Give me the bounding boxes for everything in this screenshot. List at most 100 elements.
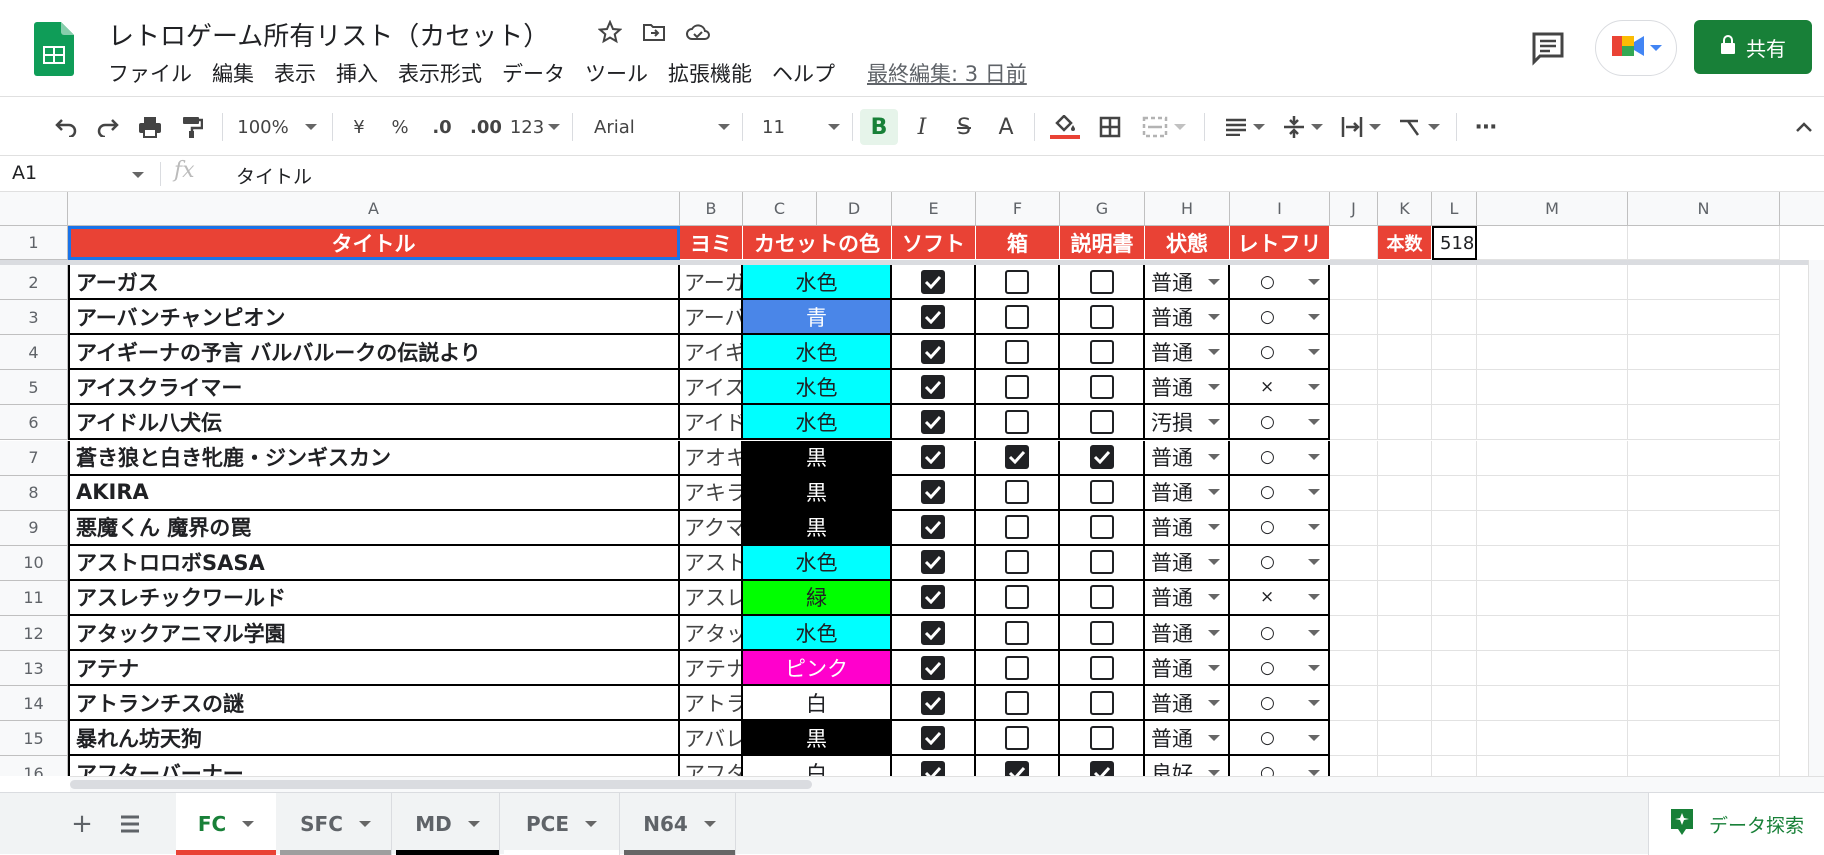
row-header[interactable]: 16 [0, 756, 68, 776]
box-checkbox-cell[interactable] [976, 686, 1060, 722]
state-dropdown-cell[interactable]: 普通 [1145, 300, 1230, 336]
chevron-down-icon[interactable] [703, 821, 716, 827]
yomi-cell[interactable]: アイギ [680, 335, 743, 371]
count-label-cell[interactable]: 本数 [1378, 226, 1432, 260]
checkbox-unchecked-icon[interactable] [1005, 304, 1029, 329]
yomi-cell[interactable]: アーガ [680, 265, 743, 301]
chevron-down-icon[interactable] [585, 821, 597, 827]
checkbox-unchecked-icon[interactable] [1089, 655, 1114, 680]
manual-checkbox-cell[interactable] [1060, 651, 1145, 687]
empty-cell[interactable] [1378, 335, 1432, 371]
empty-cell[interactable] [1477, 440, 1628, 476]
checkbox-unchecked-icon[interactable] [1089, 304, 1114, 329]
empty-cell[interactable] [1477, 405, 1628, 441]
empty-cell[interactable] [1378, 405, 1432, 441]
empty-cell[interactable] [1477, 686, 1628, 722]
chevron-down-icon[interactable] [1208, 348, 1220, 355]
empty-cell[interactable] [1378, 265, 1432, 301]
row-header[interactable]: 9 [0, 510, 68, 546]
select-all-corner[interactable] [0, 192, 68, 226]
chevron-down-icon[interactable] [1308, 418, 1320, 425]
empty-cell[interactable] [1432, 721, 1477, 757]
empty-cell[interactable] [1432, 580, 1477, 616]
share-button[interactable]: 共有 [1694, 20, 1812, 74]
state-dropdown-cell[interactable]: 普通 [1145, 616, 1230, 652]
state-dropdown-cell[interactable]: 普通 [1145, 686, 1230, 722]
redo-icon[interactable] [92, 109, 124, 145]
empty-cell[interactable] [1477, 510, 1628, 546]
empty-cell[interactable] [1432, 405, 1477, 441]
box-checkbox-cell[interactable] [976, 440, 1060, 476]
row-header[interactable]: 12 [0, 616, 68, 652]
manual-checkbox-cell[interactable] [1060, 756, 1145, 776]
yomi-cell[interactable]: アバレ [680, 721, 743, 757]
empty-cell[interactable] [1378, 756, 1432, 776]
box-checkbox-cell[interactable] [976, 651, 1060, 687]
soft-checkbox-cell[interactable] [892, 721, 976, 757]
add-sheet-icon[interactable]: + [64, 793, 100, 855]
column-header-n[interactable]: N [1628, 192, 1780, 226]
column-header-g[interactable]: G [1060, 192, 1145, 226]
checkbox-checked-icon[interactable] [921, 585, 945, 610]
checkbox-checked-icon[interactable] [921, 304, 945, 329]
chevron-down-icon[interactable] [1308, 664, 1320, 671]
menu-help[interactable]: ヘルプ [772, 58, 835, 88]
title-cell[interactable]: 蒼き狼と白き牝鹿・ジンギスカン [68, 440, 680, 476]
state-dropdown-cell[interactable]: 普通 [1145, 475, 1230, 511]
text-color-button[interactable]: A [990, 109, 1022, 145]
text-rotation-icon[interactable] [1396, 109, 1442, 145]
empty-cell[interactable] [1330, 510, 1378, 546]
name-box[interactable]: A1 [12, 162, 144, 184]
meet-button[interactable] [1595, 20, 1677, 76]
empty-cell[interactable] [1628, 405, 1780, 441]
yomi-cell[interactable]: アテナ [680, 651, 743, 687]
empty-cell[interactable] [1628, 580, 1780, 616]
title-cell[interactable]: アーガス [68, 265, 680, 301]
retrofree-dropdown-cell[interactable]: ○ [1230, 545, 1330, 581]
empty-cell[interactable] [1628, 616, 1780, 652]
state-dropdown-cell[interactable]: 普通 [1145, 265, 1230, 301]
manual-checkbox-cell[interactable] [1060, 265, 1145, 301]
column-header-d[interactable]: D [817, 192, 892, 226]
increase-decimal-button[interactable]: .00 [466, 109, 506, 145]
soft-checkbox-cell[interactable] [892, 510, 976, 546]
row-header[interactable]: 5 [0, 370, 68, 406]
retrofree-dropdown-cell[interactable]: ○ [1230, 651, 1330, 687]
empty-cell[interactable] [1330, 335, 1378, 371]
column-header-e[interactable]: E [892, 192, 976, 226]
title-cell[interactable]: 暴れん坊天狗 [68, 721, 680, 757]
fill-color-icon[interactable] [1048, 109, 1082, 145]
checkbox-unchecked-icon[interactable] [1089, 550, 1114, 575]
title-cell[interactable]: アテナ [68, 651, 680, 687]
empty-cell[interactable] [1628, 370, 1780, 406]
star-icon[interactable] [596, 18, 624, 46]
checkbox-unchecked-icon[interactable] [1005, 269, 1029, 294]
state-dropdown-cell[interactable]: 普通 [1145, 545, 1230, 581]
empty-cell[interactable] [1477, 580, 1628, 616]
checkbox-checked-icon[interactable] [1005, 760, 1029, 776]
column-header-i[interactable]: I [1230, 192, 1330, 226]
chevron-down-icon[interactable] [1208, 489, 1220, 496]
empty-cell[interactable] [1330, 265, 1378, 301]
yomi-cell[interactable]: アタッ [680, 616, 743, 652]
manual-checkbox-cell[interactable] [1060, 475, 1145, 511]
retrofree-dropdown-cell[interactable]: ○ [1230, 756, 1330, 776]
state-dropdown-cell[interactable]: 普通 [1145, 651, 1230, 687]
merge-cells-icon[interactable] [1138, 109, 1190, 145]
state-dropdown-cell[interactable]: 汚損 [1145, 405, 1230, 441]
scrollbar-thumb[interactable] [70, 780, 812, 789]
checkbox-checked-icon[interactable] [1005, 445, 1029, 470]
empty-cell[interactable] [1432, 756, 1477, 776]
title-cell[interactable]: アイギーナの予言 バルバルークの伝説より [68, 335, 680, 371]
chevron-down-icon[interactable] [1208, 594, 1220, 601]
checkbox-unchecked-icon[interactable] [1005, 480, 1029, 505]
empty-cell[interactable] [1330, 370, 1378, 406]
chevron-down-icon[interactable] [1208, 699, 1220, 706]
empty-cell[interactable] [1330, 580, 1378, 616]
checkbox-unchecked-icon[interactable] [1005, 585, 1029, 610]
row-header[interactable]: 14 [0, 686, 68, 722]
manual-checkbox-cell[interactable] [1060, 370, 1145, 406]
cassette-color-cell[interactable]: 水色 [743, 405, 892, 441]
yomi-cell[interactable]: アーバ [680, 300, 743, 336]
column-header-j[interactable]: J [1330, 192, 1378, 226]
